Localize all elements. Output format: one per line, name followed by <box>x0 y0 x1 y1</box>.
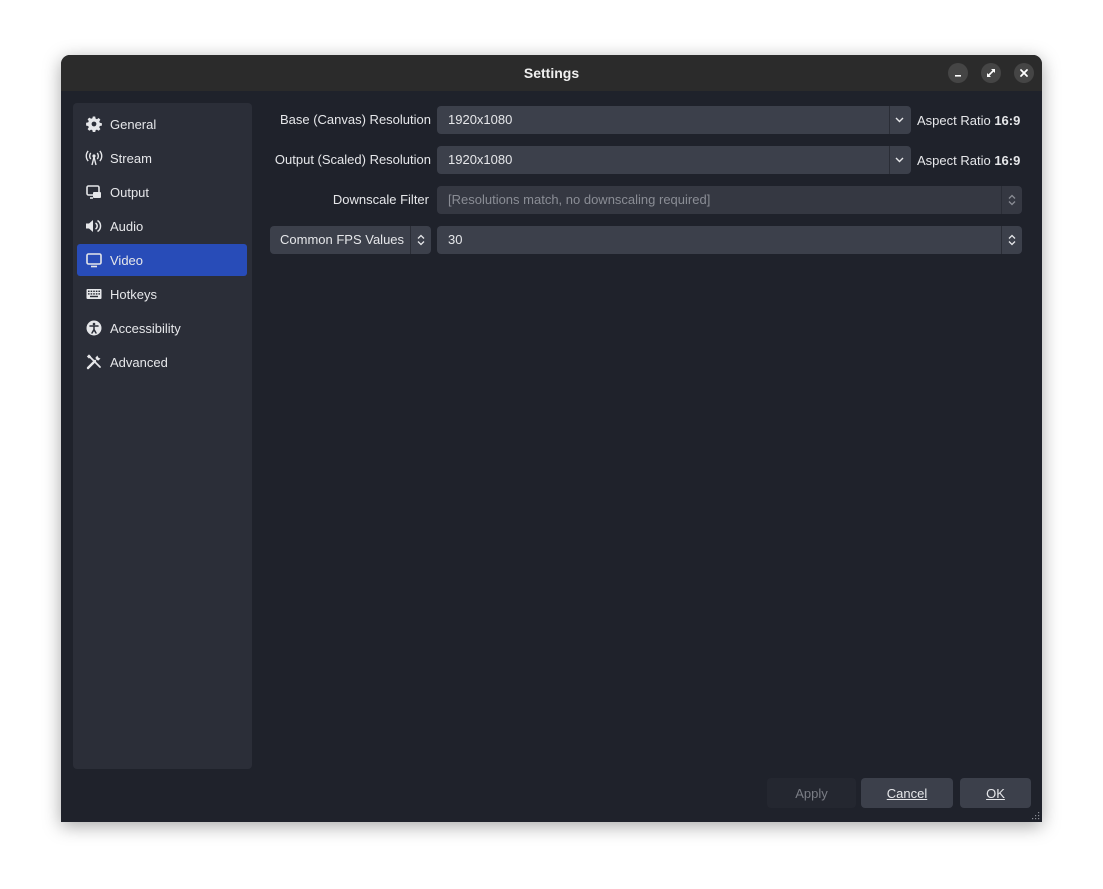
sidebar-item-stream[interactable]: Stream <box>77 142 247 174</box>
sidebar-item-label: Stream <box>110 150 152 166</box>
resize-grip-icon[interactable] <box>1030 810 1040 820</box>
accessibility-icon <box>85 319 103 337</box>
restore-icon <box>987 69 995 77</box>
chevron-down-icon <box>890 106 909 134</box>
sidebar-item-video[interactable]: Video <box>77 244 247 276</box>
sidebar-item-label: Audio <box>110 218 144 234</box>
fps-value: 30 <box>448 232 463 247</box>
output-resolution-value: 1920x1080 <box>448 152 513 167</box>
sidebar-item-label: Output <box>110 184 150 200</box>
maximize-button[interactable] <box>981 63 1001 83</box>
ok-button-label: OK <box>986 785 1005 801</box>
monitor-icon <box>85 251 103 269</box>
fps-type-value: Common FPS Values <box>280 232 405 247</box>
cancel-button[interactable]: Cancel <box>861 778 953 808</box>
sidebar-item-label: Video <box>110 252 144 268</box>
updown-arrows-icon <box>1002 226 1021 254</box>
sidebar-item-general[interactable]: General <box>77 108 247 140</box>
aspect-ratio-label: Aspect Ratio <box>917 113 991 128</box>
sidebar-item-accessibility[interactable]: Accessibility <box>77 312 247 344</box>
cancel-button-label: Cancel <box>886 785 928 801</box>
chevron-down-icon <box>890 146 909 174</box>
updown-arrows-icon <box>411 226 430 254</box>
sidebar-item-label: Advanced <box>110 354 168 370</box>
sidebar-item-label: Hotkeys <box>110 286 157 302</box>
base-resolution-value: 1920x1080 <box>448 112 513 127</box>
sidebar-item-advanced[interactable]: Advanced <box>77 346 247 378</box>
output-icon <box>85 183 103 201</box>
sidebar-item-label: Accessibility <box>110 320 181 336</box>
gear-icon <box>85 115 103 133</box>
apply-button[interactable]: Apply <box>767 778 856 808</box>
base-resolution-combobox[interactable]: 1920x1080 <box>437 106 911 134</box>
title-bar[interactable]: Settings <box>61 55 1042 91</box>
base-aspect-ratio: Aspect Ratio 16:9 <box>917 113 1020 129</box>
output-aspect-ratio: Aspect Ratio 16:9 <box>917 153 1020 169</box>
fps-type-select[interactable]: Common FPS Values <box>270 226 431 254</box>
sidebar-item-audio[interactable]: Audio <box>77 210 247 242</box>
downscale-filter-select[interactable]: [Resolutions match, no downscaling requi… <box>437 186 1022 214</box>
updown-arrows-icon <box>1002 186 1021 214</box>
base-resolution-label: Base (Canvas) Resolution <box>279 112 431 127</box>
settings-window: Settings General Stream Output Audio Vid… <box>61 55 1042 822</box>
aspect-ratio-value: 16:9 <box>994 153 1021 168</box>
downscale-filter-label: Downscale Filter <box>332 192 429 207</box>
settings-sidebar: General Stream Output Audio Video Hotkey… <box>73 103 252 769</box>
window-title: Settings <box>523 65 580 81</box>
broadcast-icon <box>85 149 103 167</box>
fps-value-select[interactable]: 30 <box>437 226 1022 254</box>
aspect-ratio-label: Aspect Ratio <box>917 153 991 168</box>
sidebar-item-label: General <box>110 116 157 132</box>
output-resolution-label: Output (Scaled) Resolution <box>274 152 431 167</box>
speaker-icon <box>85 217 103 235</box>
close-button[interactable] <box>1014 63 1034 83</box>
minimize-icon <box>955 75 961 77</box>
sidebar-item-output[interactable]: Output <box>77 176 247 208</box>
output-resolution-combobox[interactable]: 1920x1080 <box>437 146 911 174</box>
keyboard-icon <box>85 285 103 303</box>
aspect-ratio-value: 16:9 <box>994 113 1021 128</box>
tools-icon <box>85 353 103 371</box>
sidebar-item-hotkeys[interactable]: Hotkeys <box>77 278 247 310</box>
minimize-button[interactable] <box>948 63 968 83</box>
downscale-filter-value: [Resolutions match, no downscaling requi… <box>448 192 711 207</box>
close-icon <box>1020 69 1028 77</box>
ok-button[interactable]: OK <box>960 778 1031 808</box>
